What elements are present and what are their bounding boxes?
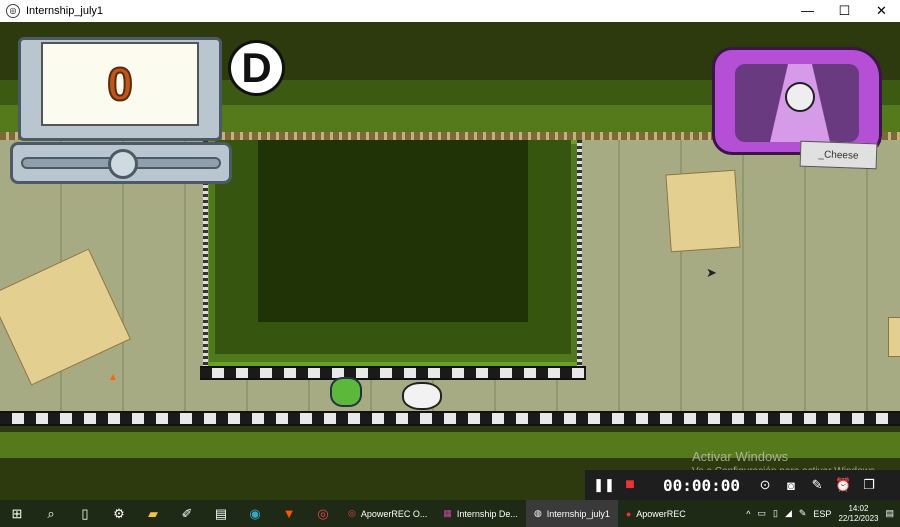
poster-edge	[888, 317, 900, 357]
screenshot-region-icon[interactable]: ⊙	[752, 477, 778, 493]
activation-title: Activar Windows	[692, 449, 789, 464]
search-icon[interactable]: ⌕	[34, 506, 68, 522]
pause-button[interactable]: ❚❚	[591, 477, 617, 493]
pit-inner	[258, 140, 528, 322]
brave-icon[interactable]: ▼	[272, 506, 306, 521]
recording-timer: 00:00:00	[663, 475, 741, 495]
paint-icon[interactable]: ✐	[170, 506, 204, 522]
tv-screen	[735, 64, 859, 142]
alarm-icon[interactable]: ⏰	[830, 477, 856, 493]
game-canvas[interactable]: ▲ 0 D _Cheese ➤ Activar Windows Ve a Con…	[0, 22, 900, 500]
system-tray: ^ ▭ ▯ ◢ ✎ ESP 14:02 22/12/2023 ▤	[746, 504, 900, 524]
window-title: Internship_july1	[26, 5, 104, 17]
file-explorer-icon[interactable]: ▰	[136, 506, 170, 522]
app-icon: ◎	[6, 4, 20, 18]
taskbar-app-apowerrec-online[interactable]: ◎ ApowerREC O...	[340, 500, 435, 527]
notification-icon[interactable]: ▤	[885, 508, 894, 519]
pole	[577, 140, 582, 366]
mouse-cursor-icon: ➤	[706, 265, 717, 280]
clock[interactable]: 14:02 22/12/2023	[838, 504, 878, 524]
usb-icon[interactable]: ▯	[773, 508, 778, 519]
winrar-icon: ▦	[443, 508, 452, 518]
close-button[interactable]: ✕	[863, 0, 900, 22]
chevron-up-icon[interactable]: ^	[746, 509, 750, 519]
tv	[712, 47, 882, 155]
record-icon: ●	[625, 508, 632, 519]
wifi-icon[interactable]: ◢	[785, 508, 792, 519]
network-icon[interactable]: ▭	[757, 508, 766, 519]
minimize-button[interactable]: —	[789, 0, 826, 22]
meter-bar	[10, 142, 232, 184]
upper-platform	[200, 366, 586, 380]
settings-icon[interactable]: ⚙	[102, 506, 136, 522]
player-character	[402, 382, 442, 410]
grade-badge: D	[228, 40, 285, 96]
taskbar-app-apowerrec[interactable]: ● ApowerREC	[618, 500, 694, 527]
character-poster	[665, 169, 741, 253]
tv-character	[785, 82, 815, 112]
pen-icon[interactable]: ✎	[799, 508, 807, 519]
pen-icon[interactable]: ✎	[804, 477, 830, 493]
tv-sign: _Cheese	[799, 140, 878, 170]
meter-knob	[108, 149, 138, 179]
clapper-icon[interactable]: ▤	[204, 506, 238, 522]
window-titlebar: ◎ Internship_july1 — ☐ ✕	[0, 0, 900, 22]
taskbar: ⊞ ⌕ ▯ ⚙ ▰ ✐ ▤ ◉ ▼ ◎ ◎ ApowerREC O... ▦ Int…	[0, 500, 900, 527]
chrome-icon[interactable]: ◎	[306, 506, 340, 522]
camera-icon[interactable]: ◙	[778, 478, 804, 493]
taskbar-app-internship-game[interactable]: ◍ Internship_july1	[525, 500, 618, 527]
task-view-icon[interactable]: ▯	[68, 506, 102, 522]
stop-button[interactable]: ■	[617, 476, 643, 494]
game-icon: ◍	[533, 508, 542, 518]
window-icon[interactable]: ❐	[856, 477, 882, 493]
green-character	[330, 377, 362, 407]
language-indicator[interactable]: ESP	[813, 509, 831, 519]
score-display: 0	[41, 42, 199, 126]
chrome-icon: ◎	[348, 508, 356, 518]
recorder-toolbar: ❚❚ ■ 00:00:00 ⊙ ◙ ✎ ⏰ ❐	[585, 470, 900, 500]
maximize-button[interactable]: ☐	[826, 0, 863, 22]
fire-icon: ▲	[108, 372, 118, 383]
ground-platform	[0, 411, 900, 426]
score-machine: 0	[18, 37, 222, 141]
edge-icon[interactable]: ◉	[238, 506, 272, 522]
taskbar-app-internship-doc[interactable]: ▦ Internship De...	[435, 500, 526, 527]
start-icon[interactable]: ⊞	[0, 506, 34, 522]
